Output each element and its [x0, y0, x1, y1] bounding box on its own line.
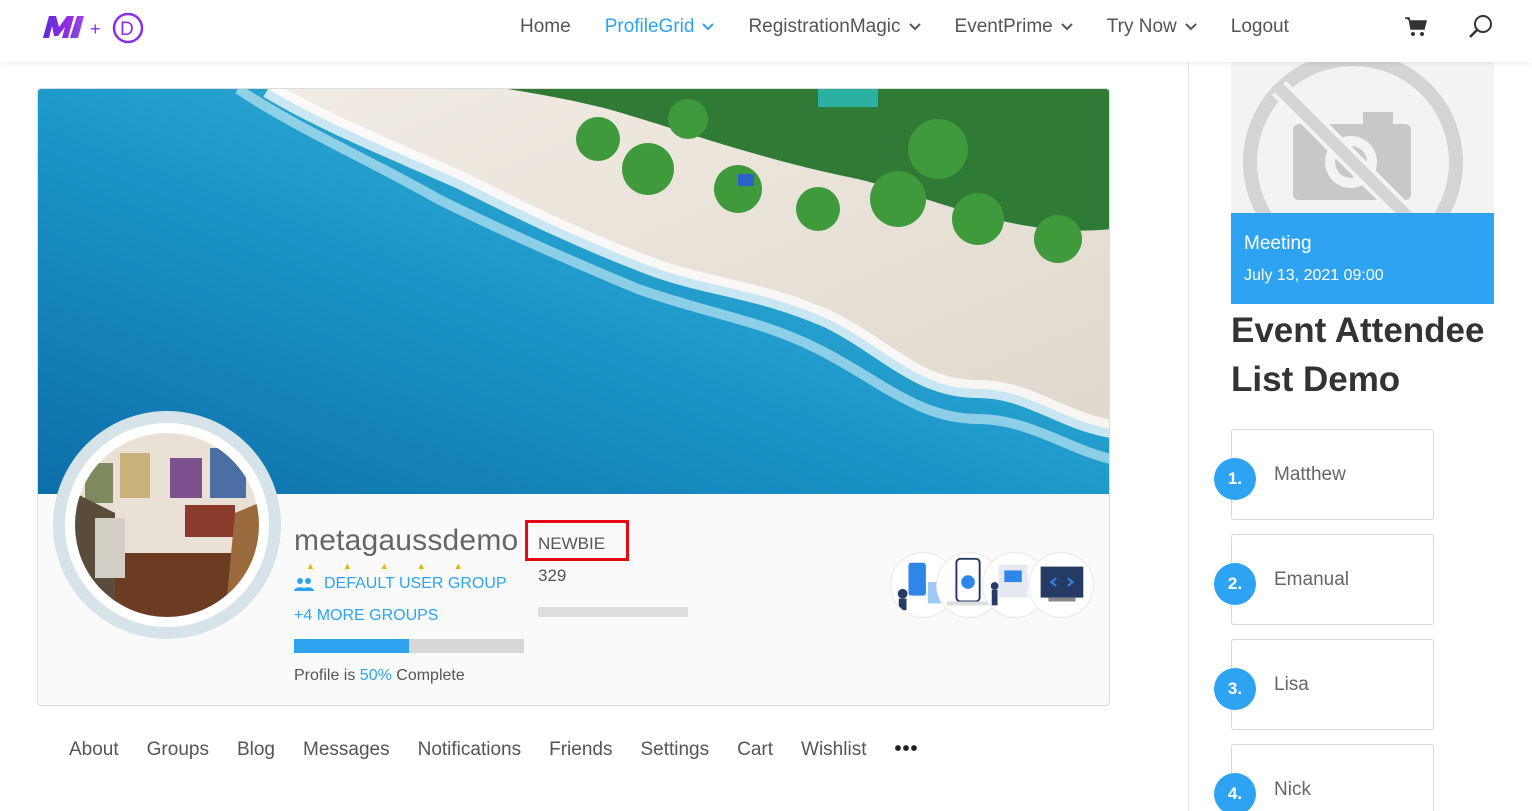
- attendee-item[interactable]: 2. Emanual: [1214, 534, 1434, 625]
- rank-badge: NEWBIE: [538, 534, 606, 553]
- profile-card: metagaussdemo ▲▲▲▲▲ DEFAULT USER GROUP +…: [37, 88, 1110, 706]
- attendee-number: 2.: [1214, 563, 1256, 605]
- nav-label: RegistrationMagic: [748, 16, 901, 37]
- completion-suffix: Complete: [391, 667, 465, 684]
- nav-item-home[interactable]: Home: [520, 16, 571, 38]
- badge-code[interactable]: [1028, 552, 1094, 618]
- tab-notifications[interactable]: Notifications: [418, 739, 522, 761]
- completion-percent: 50%: [359, 667, 392, 684]
- profile-username: metagaussdemo: [294, 524, 519, 557]
- site-header: + D Home ProfileGrid RegistrationMagic E…: [0, 0, 1532, 62]
- event-overlay: Meeting July 13, 2021 09:00: [1231, 213, 1494, 304]
- attendee-number: 3.: [1214, 668, 1256, 710]
- nav-label: Logout: [1230, 16, 1289, 37]
- attendee-name: Nick: [1274, 779, 1311, 800]
- more-groups-link[interactable]: +4 MORE GROUPS: [294, 607, 438, 625]
- attendee-name: Lisa: [1274, 674, 1309, 695]
- chevron-down-icon: [1061, 23, 1073, 31]
- chevron-down-icon: [908, 23, 921, 31]
- cart-icon[interactable]: [1404, 16, 1428, 38]
- search-icon[interactable]: [1468, 14, 1494, 40]
- logo-plus: +: [90, 19, 101, 39]
- attendee-name: Matthew: [1274, 464, 1346, 485]
- nav-label: Try Now: [1106, 16, 1177, 37]
- attendee-item[interactable]: 3. Lisa: [1214, 639, 1434, 730]
- chevron-down-icon: [1185, 23, 1197, 31]
- tab-settings[interactable]: Settings: [640, 739, 709, 761]
- nav-item-registrationmagic[interactable]: RegistrationMagic: [748, 16, 921, 38]
- badge-list: [890, 552, 1095, 618]
- avatar[interactable]: [75, 433, 259, 617]
- event-title: Meeting: [1244, 233, 1312, 254]
- rating-stars: ▲▲▲▲▲: [306, 561, 491, 571]
- primary-group-label: DEFAULT USER GROUP: [324, 575, 507, 592]
- attendee-item[interactable]: 1. Matthew: [1214, 429, 1434, 520]
- tab-cart[interactable]: Cart: [737, 739, 773, 761]
- attendee-name: Emanual: [1274, 569, 1349, 590]
- profile-completion-bar: [294, 639, 524, 653]
- attendee-item[interactable]: 4. Nick: [1214, 744, 1434, 811]
- profile-completion-fill: [294, 639, 409, 653]
- chevron-down-icon: [702, 23, 715, 31]
- event-date: July 13, 2021 09:00: [1244, 267, 1384, 284]
- tab-wishlist[interactable]: Wishlist: [801, 739, 866, 761]
- users-group-icon: [294, 578, 314, 591]
- tab-messages[interactable]: Messages: [303, 739, 390, 761]
- points-bar: [538, 607, 688, 617]
- attendee-list-title: Event Attendee List Demo: [1231, 311, 1485, 399]
- attendee-number: 1.: [1214, 458, 1256, 500]
- nav-item-eventprime[interactable]: EventPrime: [955, 16, 1073, 38]
- nav-item-profilegrid[interactable]: ProfileGrid: [605, 16, 715, 38]
- more-dots-icon[interactable]: •••: [894, 738, 918, 761]
- site-logo[interactable]: + D: [40, 10, 150, 46]
- nav-item-logout[interactable]: Logout: [1231, 16, 1289, 38]
- attendee-number: 4.: [1214, 773, 1256, 811]
- tab-about[interactable]: About: [69, 739, 119, 761]
- nav-label: ProfileGrid: [604, 16, 695, 37]
- tab-blog[interactable]: Blog: [237, 739, 275, 761]
- logo-letter: D: [120, 19, 134, 40]
- completion-prefix: Profile is: [294, 667, 360, 684]
- avatar-ring: [53, 411, 281, 639]
- points-count: 329: [538, 566, 567, 585]
- sidebar-divider: [1188, 62, 1189, 811]
- profile-tabs: About Groups Blog Messages Notifications…: [69, 738, 919, 761]
- event-card[interactable]: Meeting July 13, 2021 09:00: [1231, 62, 1494, 304]
- tab-groups[interactable]: Groups: [147, 739, 209, 761]
- nav-label: EventPrime: [954, 16, 1053, 37]
- tab-friends[interactable]: Friends: [549, 739, 612, 761]
- nav-label: Home: [520, 16, 571, 37]
- nav-item-try-now[interactable]: Try Now: [1107, 16, 1197, 38]
- main-nav: Home ProfileGrid RegistrationMagic Event…: [520, 0, 1323, 54]
- profile-completion-text: Profile is 50% Complete: [294, 667, 465, 685]
- primary-group-link[interactable]: DEFAULT USER GROUP: [294, 575, 507, 593]
